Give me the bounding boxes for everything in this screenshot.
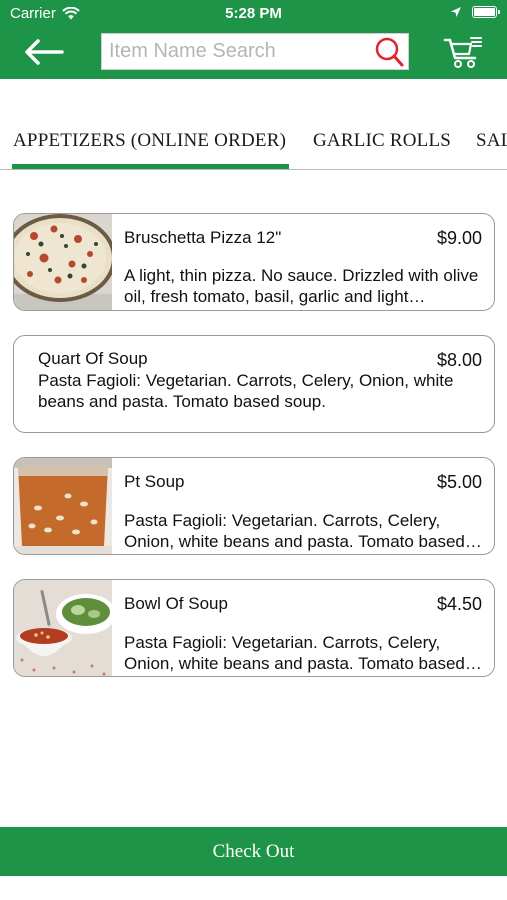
soup-bowl-salad-photo [14, 580, 112, 676]
status-indicators [450, 6, 500, 18]
battery-level-fill [474, 8, 495, 16]
item-description: Pasta Fagioli: Vegetarian. Carrots, Cele… [38, 371, 454, 411]
item-name: Bowl Of Soup [124, 594, 228, 613]
shopping-cart-icon[interactable] [441, 34, 485, 70]
location-arrow-icon [451, 7, 461, 17]
item-price: $4.50 [436, 594, 482, 614]
status-bar: Carrier 5:28 PM [0, 0, 507, 28]
check-out-button[interactable]: Check Out [0, 827, 507, 876]
tab-appetizers[interactable]: APPETIZERS (ONLINE ORDER) [13, 130, 286, 152]
item-price: $5.00 [436, 472, 482, 492]
menu-item[interactable]: Bowl Of Soup $4.50 Pasta Fagioli: Vegeta… [13, 579, 495, 677]
item-description: A light, thin pizza. No sauce. Drizzled … [124, 266, 479, 306]
app-header: Carrier 5:28 PM [0, 0, 507, 79]
soup-container-photo [14, 458, 112, 554]
search-input[interactable] [102, 34, 370, 69]
item-price: $8.00 [436, 350, 482, 370]
tab-garlic-rolls[interactable]: GARLIC ROLLS [313, 130, 451, 152]
menu-item[interactable]: Bruschetta Pizza 12" $9.00 A light, thin… [13, 213, 495, 311]
arrow-left-icon [25, 39, 64, 65]
item-name: Quart Of Soup [38, 349, 148, 368]
item-description: Pasta Fagioli: Vegetarian. Carrots, Cele… [124, 511, 465, 551]
back-button[interactable] [22, 36, 66, 68]
status-time: 5:28 PM [225, 5, 282, 22]
item-name: Pt Soup [124, 472, 185, 491]
pizza-photo [14, 214, 112, 310]
selected-tab-indicator [12, 164, 289, 169]
item-price: $9.00 [436, 228, 482, 248]
item-name: Bruschetta Pizza 12" [124, 228, 282, 247]
battery-icon [472, 6, 500, 18]
menu-item[interactable]: Quart Of Soup $8.00 Pasta Fagioli: Veget… [13, 335, 495, 433]
search-icon[interactable] [372, 36, 406, 68]
search-bar [101, 33, 409, 70]
tab-salads[interactable]: SAL [476, 130, 507, 152]
item-description: Pasta Fagioli: Vegetarian. Carrots, Cele… [124, 633, 465, 673]
menu-item[interactable]: Pt Soup $5.00 Pasta Fagioli: Vegetarian.… [13, 457, 495, 555]
category-tabs: APPETIZERS (ONLINE ORDER) GARLIC ROLLS S… [0, 118, 507, 170]
